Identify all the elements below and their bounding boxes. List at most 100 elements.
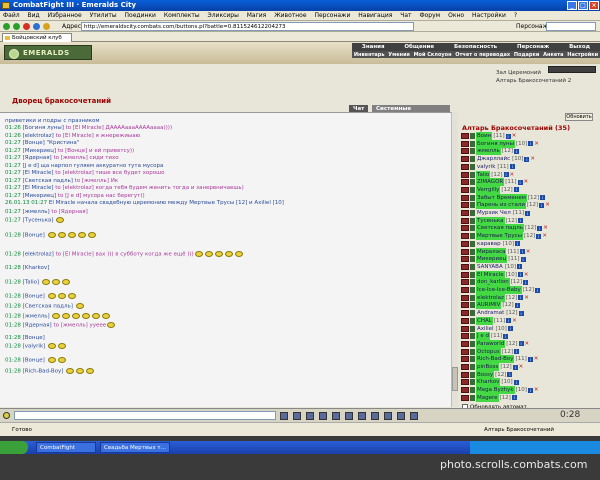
menu-file[interactable]: Файл [0,12,23,19]
clan-icon[interactable] [461,256,469,263]
clan-icon[interactable] [461,140,469,147]
info-icon[interactable]: i [507,372,513,378]
align-icon[interactable] [470,394,475,401]
info-icon[interactable]: i [535,287,541,293]
info-icon[interactable]: i [524,156,530,162]
invite-icon[interactable]: ✕ [530,155,535,163]
smiley-icon[interactable] [3,412,10,419]
clan-icon[interactable] [461,333,469,340]
chat-time[interactable]: 01:27 [5,170,21,176]
refresh-button[interactable]: Обновить [565,113,593,121]
nav-skills[interactable]: Умения [388,52,410,58]
align-icon[interactable] [470,371,475,378]
chat-time[interactable]: 01:27 [5,209,21,215]
align-icon[interactable] [470,140,475,147]
align-icon[interactable] [470,287,475,293]
nav-profile[interactable]: Анкета [543,52,563,58]
clan-icon[interactable] [461,133,469,139]
info-icon[interactable]: i [517,218,523,224]
location-map[interactable] [548,66,596,73]
info-icon[interactable]: i [512,364,518,370]
clan-icon[interactable] [461,179,469,186]
clan-icon[interactable] [461,394,469,401]
info-icon[interactable]: i [517,179,523,185]
filter-icon[interactable] [332,412,340,420]
chat-nick[interactable]: [Светская падль] [23,178,73,184]
chat-time[interactable]: 01:28 [5,358,21,364]
info-icon[interactable]: i [528,141,534,147]
align-icon[interactable] [470,271,475,278]
invite-icon[interactable]: ✕ [524,294,529,302]
info-icon[interactable]: i [507,326,513,331]
sound-icon[interactable] [358,412,366,420]
nav-exit[interactable]: Выход [569,44,590,50]
info-icon[interactable]: i [537,225,543,231]
info-icon[interactable]: i [518,295,524,301]
task-combatfight[interactable]: CombatFight [36,442,96,453]
chat-nick[interactable]: [Микериец] [23,193,57,199]
align-icon[interactable] [470,148,475,155]
invite-icon[interactable]: ✕ [526,248,531,256]
align-icon[interactable] [470,171,475,178]
menu-characters[interactable]: Персонажи [311,12,353,19]
align-icon[interactable] [470,317,475,324]
clan-icon[interactable] [461,271,469,278]
align-icon[interactable] [470,194,475,201]
clan-icon[interactable] [461,317,469,324]
align-icon[interactable] [470,294,475,301]
clan-icon[interactable] [461,202,469,209]
align-icon[interactable] [470,179,475,186]
nav-gifts[interactable]: Подарки [514,52,540,58]
private-icon[interactable] [371,412,379,420]
align-icon[interactable] [470,240,475,247]
menu-favorites[interactable]: Избранное [45,12,85,19]
chat-nick[interactable]: [Вонце] [23,233,45,239]
menu-animal[interactable]: Животное [271,12,309,19]
clan-icon[interactable] [461,194,469,201]
chat-nick[interactable]: [Rich-Bad-Boy] [23,369,64,375]
clan-icon[interactable] [461,387,469,394]
align-icon[interactable] [470,210,475,216]
chat-time[interactable]: 01:28 [5,323,21,329]
menu-settings[interactable]: Настройки [469,12,509,19]
settings-icon[interactable] [397,412,405,420]
clan-icon[interactable] [461,279,469,286]
close-button[interactable]: × [589,1,599,10]
nav-security[interactable]: Безопасность [454,44,497,50]
info-icon[interactable]: i [513,187,519,193]
invite-icon[interactable]: ✕ [534,140,539,148]
info-icon[interactable]: i [518,310,524,316]
info-icon[interactable]: i [519,249,525,254]
task-wedding[interactable]: Свадьба Мертвых т... [100,442,170,453]
translit-icon[interactable] [319,412,327,420]
align-icon[interactable] [470,348,475,355]
chat-time[interactable]: 01:27 [5,193,21,199]
chat-time[interactable]: 01:28 [5,369,21,375]
info-icon[interactable]: i [527,387,533,393]
clan-icon[interactable] [461,186,469,193]
invite-icon[interactable]: ✕ [534,386,539,394]
info-icon[interactable]: i [503,333,509,339]
chat-nick[interactable]: [Kharkov] [23,265,50,271]
nav-inventory[interactable]: Инвентарь [354,52,385,58]
minimize-button[interactable]: _ [567,1,577,10]
person-input[interactable] [546,22,596,31]
chat-nick[interactable]: [Вонце] [23,358,45,364]
clan-icon[interactable] [461,310,469,317]
align-icon[interactable] [470,379,475,386]
align-icon[interactable] [470,340,475,347]
nav-settings[interactable]: Настройки [567,52,598,58]
scroll-thumb[interactable] [452,367,458,391]
align-icon[interactable] [470,217,475,224]
align-icon[interactable] [470,233,475,240]
clan-icon[interactable] [461,371,469,378]
chat-nick[interactable]: [Светская падль] [23,304,73,310]
chat-nick[interactable]: [Тусенька] [23,218,54,224]
player-row[interactable]: Magere [12] i [461,393,517,402]
location-line-2[interactable]: Алтарь Бракосочетаний 2 [496,78,571,84]
chat-nick[interactable]: [Ядерная] [23,155,52,161]
clan-icon[interactable] [461,248,469,255]
chat-nick[interactable]: [Микериец] [23,148,57,154]
smiles-icon[interactable] [306,412,314,420]
align-icon[interactable] [470,356,475,363]
